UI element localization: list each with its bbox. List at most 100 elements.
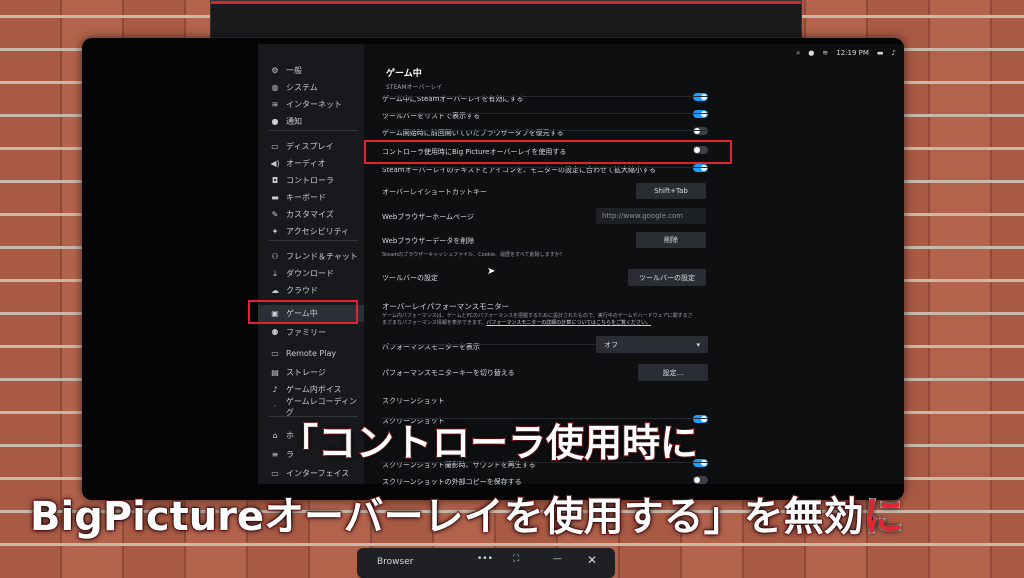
perf-key-label: パフォーマンスモニターキーを切り替える <box>382 369 515 377</box>
perf-show-dropdown[interactable]: オフ ▾ <box>596 336 708 353</box>
perf-note: ゲーム内パフォーマンスは、ゲームとPCのパフォーマンスを把握するために設計された… <box>382 313 712 327</box>
shortcut-label: オーバーレイショートカットキー <box>382 188 487 196</box>
caret-down-icon: ▾ <box>696 340 700 349</box>
enable-overlay-toggle[interactable] <box>693 93 708 101</box>
customize-icon: ✎ <box>271 210 279 219</box>
friends-icon: ⚇ <box>271 252 279 261</box>
cloud-icon: ☁ <box>271 286 279 295</box>
sidebar-item[interactable]: ▭ インターフェイス <box>258 465 364 482</box>
microphone-icon[interactable]: ♪ <box>892 49 896 57</box>
sidebar-item-label: ダウンロード <box>286 269 334 278</box>
caption-line-2-highlight: に <box>863 493 905 541</box>
sidebar-item-label: ディスプレイ <box>286 142 334 151</box>
accessibility-icon: ✦ <box>271 227 279 236</box>
sidebar-item[interactable]: ▭ ディスプレイ <box>258 138 364 155</box>
toolbar-settings-label: ツールバーの設定 <box>382 274 438 282</box>
toggle-highlight-box <box>364 140 732 164</box>
scale-overlay-toggle[interactable] <box>693 164 708 172</box>
mouse-cursor-icon: ➤ <box>487 266 496 277</box>
sidebar-item[interactable]: ▬ キーボード <box>258 189 364 206</box>
dropdown-value: オフ <box>604 340 618 349</box>
sidebar-item[interactable]: ☁ クラウド <box>258 282 364 299</box>
library-icon: ≡ <box>271 450 279 459</box>
screenshot-section-label: スクリーンショット <box>382 397 445 405</box>
interface-icon: ▭ <box>271 469 279 478</box>
home-icon: ⌂ <box>272 431 278 440</box>
keyboard-icon: ▬ <box>271 193 279 202</box>
download-icon: ⤓ <box>273 268 277 278</box>
close-icon[interactable]: ✕ <box>587 553 597 567</box>
sidebar-item[interactable]: ◍ システム <box>258 79 364 96</box>
shortcut-key-button[interactable]: Shift+Tab <box>636 183 706 199</box>
toolbar-settings-button[interactable]: ツールバーの設定 <box>628 269 706 286</box>
more-icon[interactable]: ••• <box>477 554 493 564</box>
sidebar-item-label: クラウド <box>286 286 318 295</box>
sidebar-item-label: 一般 <box>286 66 302 75</box>
audio-icon: ◀) <box>270 159 280 168</box>
wifi-icon: ≋ <box>271 100 279 109</box>
display-icon: ▭ <box>271 142 279 151</box>
caption-line-2: BigPictureオーバーレイを使用する」を無効に <box>29 484 905 542</box>
sidebar-item[interactable]: ◘ コントローラ <box>258 172 364 189</box>
battery-icon: ▬ <box>876 49 884 57</box>
sidebar-item[interactable]: ● 通知 <box>258 113 364 130</box>
toolbar-list-toggle[interactable] <box>693 110 708 118</box>
perf-note-line: ゲーム内パフォーマンスは、ゲームとPCのパフォーマンスを把握するために設計された… <box>382 313 693 319</box>
perf-section-label: オーバーレイパフォーマンスモニター <box>382 302 510 311</box>
perf-note-line: まざまなパフォーマンス情報を表示できます。 <box>382 320 487 326</box>
recording-icon: · <box>273 402 277 411</box>
sidebar-divider <box>268 130 358 131</box>
sidebar-item-label: キーボード <box>286 193 326 202</box>
perf-note-link[interactable]: パフォーマンスモニターの詳細の計算についてはこちらをご覧ください。 <box>486 320 651 326</box>
sidebar-item[interactable]: ▤ ストレージ <box>258 364 364 381</box>
sidebar-item-label: インターネット <box>286 100 342 109</box>
sidebar-item-label: フレンド＆チャット <box>286 252 358 261</box>
sidebar-item[interactable]: ✎ カスタマイズ <box>258 206 364 223</box>
remote-play-icon: ▭ <box>271 349 279 358</box>
sidebar-item[interactable]: ⚙ 一般 <box>258 62 364 79</box>
homepage-label: Webブラウザーホームページ <box>382 213 474 221</box>
controller-icon: ◘ <box>271 176 279 185</box>
sidebar-item[interactable]: ⚉ ファミリー <box>258 324 364 341</box>
page-title: ゲーム中 <box>386 69 422 79</box>
status-bar: ⌕ ● ≋ 12:19 PM ▬ ♪ <box>796 46 896 60</box>
sidebar-item[interactable]: ▭ Remote Play <box>258 345 364 362</box>
clock-label: 12:19 PM <box>836 49 869 57</box>
sidebar-highlight-box <box>248 300 358 324</box>
restore-tabs-toggle[interactable] <box>693 127 708 135</box>
sidebar-item-label: ゲーム内ボイス <box>286 385 342 394</box>
sidebar-item-label: ファミリー <box>286 328 326 337</box>
gear-icon: ⚙ <box>271 66 279 75</box>
sidebar-item-label: システム <box>286 83 318 92</box>
sidebar-item-label: Remote Play <box>286 349 337 358</box>
perf-key-button[interactable]: 設定... <box>638 364 708 381</box>
browser-taskbar[interactable]: Browser ••• ⛶ — ✕ <box>357 548 615 578</box>
caption-line-1: 「コントローラ使用時に <box>279 420 699 466</box>
fullscreen-icon[interactable]: ⛶ <box>513 554 519 564</box>
microphone-icon: ♪ <box>272 385 278 394</box>
minimize-icon[interactable]: — <box>553 554 562 564</box>
sidebar-item-label: アクセシビリティ <box>286 227 350 236</box>
storage-icon: ▤ <box>271 368 279 377</box>
sidebar-item[interactable]: ◀) オーディオ <box>258 155 364 172</box>
sidebar-divider <box>268 240 358 241</box>
delete-note: Steamのブラウザーキャッシュファイル、Cookie、履歴をすべて削除しますか… <box>382 252 565 258</box>
sidebar-item-label: インターフェイス <box>286 469 350 478</box>
browser-label: Browser <box>377 557 414 567</box>
sidebar-item[interactable]: ⚇ フレンド＆チャット <box>258 248 364 265</box>
sidebar-item[interactable]: ≋ インターネット <box>258 96 364 113</box>
sidebar-item-label: コントローラ <box>286 176 334 185</box>
notification-icon[interactable]: ● <box>808 49 814 57</box>
sidebar-item-label: 通知 <box>286 117 302 126</box>
sidebar-item[interactable]: ⤓ ダウンロード <box>258 265 364 282</box>
screenshot-copy-toggle[interactable] <box>693 476 708 484</box>
overlay-section-label: STEAMオーバーレイ <box>386 84 443 91</box>
delete-button[interactable]: 削除 <box>636 232 706 248</box>
wifi-icon: ≋ <box>822 49 829 57</box>
sidebar-item[interactable]: ✦ アクセシビリティ <box>258 223 364 240</box>
notification-icon: ● <box>271 117 279 126</box>
system-icon: ◍ <box>271 83 279 92</box>
sidebar-item-label: オーディオ <box>286 159 326 168</box>
search-icon[interactable]: ⌕ <box>796 49 800 58</box>
homepage-input[interactable]: http://www.google.com <box>596 208 706 224</box>
